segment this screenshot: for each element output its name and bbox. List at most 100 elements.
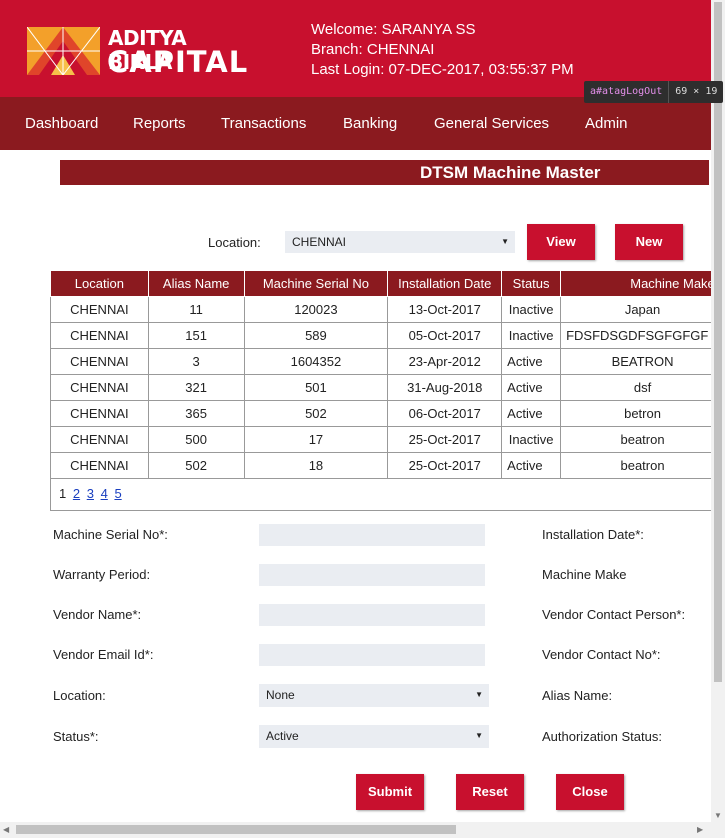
cell-make: beatron: [560, 426, 725, 453]
pager: 1 2 3 4 5: [59, 486, 122, 501]
cell-serial: 589: [243, 322, 389, 349]
pager-link-4[interactable]: 4: [101, 486, 108, 501]
horizontal-scroll-thumb[interactable]: [16, 825, 456, 834]
nav-reports[interactable]: Reports: [133, 115, 186, 132]
cell-status: Active: [501, 400, 562, 427]
cell-date: 31-Aug-2018: [387, 374, 503, 401]
cell-location: CHENNAI: [50, 426, 149, 453]
nav-transactions[interactable]: Transactions: [221, 115, 306, 132]
nav-dashboard[interactable]: Dashboard: [25, 115, 98, 132]
cell-make: FDSFDSGDFSGFGFGF: [560, 322, 725, 349]
cell-make: betron: [560, 400, 725, 427]
vendor-contact-no-label: Vendor Contact No*:: [542, 647, 661, 662]
warranty-period-label: Warranty Period:: [53, 567, 151, 582]
cell-status: Active: [501, 348, 562, 375]
cell-date: 25-Oct-2017: [387, 452, 503, 479]
vendor-name-label: Vendor Name*:: [53, 607, 142, 622]
filter-location-label: Location:: [208, 235, 261, 250]
cell-serial: 1604352: [243, 348, 389, 375]
devtools-inspect-tooltip: a#atagLogOut 69 × 19: [584, 81, 724, 103]
cell-make: Japan: [560, 296, 725, 323]
cell-location: CHENNAI: [50, 322, 149, 349]
page-title-bar: DTSM Machine Master: [60, 160, 709, 185]
cell-location: CHENNAI: [50, 348, 149, 375]
machine-serial-input[interactable]: [259, 524, 485, 546]
machine-table: Location Alias Name Machine Serial No In…: [50, 270, 725, 479]
col-alias-name: Alias Name: [147, 270, 245, 297]
vertical-scroll-thumb[interactable]: [714, 2, 722, 682]
cell-make: BEATRON: [560, 348, 725, 375]
table-row[interactable]: CHENNAI 321 501 31-Aug-2018 Active dsf: [50, 374, 725, 401]
horizontal-scrollbar[interactable]: ◀ ▶: [0, 822, 725, 838]
cell-status: Active: [501, 452, 562, 479]
alias-name-label: Alias Name:: [542, 688, 613, 703]
submit-button[interactable]: Submit: [356, 774, 424, 810]
cell-status: Inactive: [501, 296, 562, 323]
close-button[interactable]: Close: [556, 774, 624, 810]
nav-admin[interactable]: Admin: [585, 115, 628, 132]
table-header-row: Location Alias Name Machine Serial No In…: [50, 270, 725, 297]
form-location-value: None: [266, 688, 295, 702]
devtools-selector: a#atagLogOut: [590, 86, 663, 97]
vendor-name-input[interactable]: [259, 604, 485, 626]
warranty-period-input[interactable]: [259, 564, 485, 586]
filter-location-select[interactable]: CHENNAI ▼: [285, 231, 515, 253]
table-row[interactable]: CHENNAI 11 120023 13-Oct-2017 Inactive J…: [50, 296, 725, 323]
scroll-down-arrow-icon[interactable]: ▼: [714, 811, 722, 820]
col-status: Status: [501, 270, 562, 297]
installation-date-label: Installation Date*:: [542, 527, 644, 542]
cell-status: Inactive: [501, 322, 562, 349]
nav-banking[interactable]: Banking: [343, 115, 397, 132]
status-value: Active: [266, 729, 299, 743]
main-nav: Dashboard Reports Transactions Banking G…: [0, 97, 725, 150]
table-row[interactable]: CHENNAI 151 589 05-Oct-2017 Inactive FDS…: [50, 322, 725, 349]
pager-current: 1: [59, 486, 67, 501]
pager-row: 1 2 3 4 5: [50, 478, 725, 511]
cell-make: beatron: [560, 452, 725, 479]
table-row[interactable]: CHENNAI 502 18 25-Oct-2017 Active beatro…: [50, 452, 725, 479]
chevron-down-icon: ▼: [475, 690, 483, 699]
cell-alias: 500: [147, 426, 245, 453]
user-info: Welcome: SARANYA SS Branch: CHENNAI Last…: [311, 20, 574, 80]
table-row[interactable]: CHENNAI 500 17 25-Oct-2017 Inactive beat…: [50, 426, 725, 453]
cell-date: 13-Oct-2017: [387, 296, 503, 323]
col-installation-date: Installation Date: [387, 270, 503, 297]
vendor-email-label: Vendor Email Id*:: [53, 647, 154, 662]
table-row[interactable]: CHENNAI 365 502 06-Oct-2017 Active betro…: [50, 400, 725, 427]
devtools-size: 69 × 19: [675, 86, 718, 97]
scroll-right-arrow-icon[interactable]: ▶: [697, 825, 703, 834]
pager-link-5[interactable]: 5: [114, 486, 121, 501]
last-login-text: Last Login: 07-DEC-2017, 03:55:37 PM: [311, 61, 574, 78]
pager-link-3[interactable]: 3: [87, 486, 94, 501]
vendor-email-input[interactable]: [259, 644, 485, 666]
form-location-select[interactable]: None ▼: [259, 684, 489, 707]
vertical-scrollbar[interactable]: ▼: [711, 0, 725, 822]
view-button[interactable]: View: [527, 224, 595, 260]
logo-mark-icon: [27, 27, 100, 75]
cell-serial: 18: [243, 452, 389, 479]
nav-general-services[interactable]: General Services: [434, 115, 549, 132]
new-button[interactable]: New: [615, 224, 683, 260]
pager-link-2[interactable]: 2: [73, 486, 80, 501]
status-select[interactable]: Active ▼: [259, 725, 489, 748]
cell-serial: 501: [243, 374, 389, 401]
cell-make: dsf: [560, 374, 725, 401]
cell-location: CHENNAI: [50, 374, 149, 401]
cell-date: 23-Apr-2012: [387, 348, 503, 375]
cell-alias: 321: [147, 374, 245, 401]
table-row[interactable]: CHENNAI 3 1604352 23-Apr-2012 Active BEA…: [50, 348, 725, 375]
cell-date: 05-Oct-2017: [387, 322, 503, 349]
reset-button[interactable]: Reset: [456, 774, 524, 810]
cell-serial: 120023: [243, 296, 389, 323]
machine-serial-label: Machine Serial No*:: [53, 527, 168, 542]
aditya-birla-capital-logo: ADITYA BIRLA CAPITAL: [27, 26, 247, 79]
col-machine-serial-no: Machine Serial No: [243, 270, 389, 297]
cell-alias: 365: [147, 400, 245, 427]
filter-location-value: CHENNAI: [292, 235, 347, 249]
chevron-down-icon: ▼: [475, 731, 483, 740]
cell-status: Inactive: [501, 426, 562, 453]
cell-serial: 502: [243, 400, 389, 427]
col-location: Location: [50, 270, 149, 297]
scroll-left-arrow-icon[interactable]: ◀: [3, 825, 9, 834]
cell-status: Active: [501, 374, 562, 401]
